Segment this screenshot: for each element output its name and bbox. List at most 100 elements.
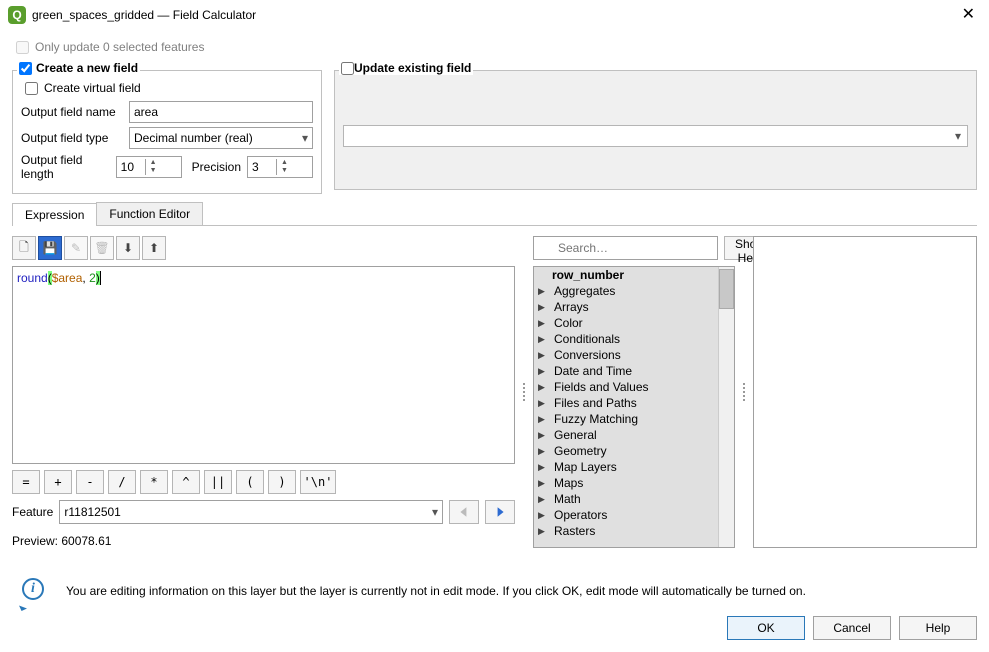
expand-icon[interactable]: ▶ [538,414,550,425]
expression-toolbar: 🗋 💾 ✎ 🗑 ⬇ ⬆ [12,236,515,260]
prev-feature-button[interactable] [449,500,479,524]
output-name-label: Output field name [21,105,129,119]
op-caret[interactable]: ^ [172,470,200,494]
op-minus[interactable]: - [76,470,104,494]
ok-button[interactable]: OK [727,616,805,640]
dialog-buttons: OK Cancel Help [0,610,989,652]
output-length-spin[interactable]: 10 ▲▼ [116,156,182,178]
tree-item[interactable]: ▶Files and Paths [534,395,734,411]
create-field-legend[interactable]: Create a new field [17,61,140,75]
expand-icon[interactable]: ▶ [538,478,550,489]
op-multiply[interactable]: * [140,470,168,494]
edit-icon: ✎ [64,236,88,260]
expand-icon[interactable]: ▶ [538,462,550,473]
expression-editor[interactable]: round($area, 2) [12,266,515,464]
tree-item[interactable]: ▶Conversions [534,347,734,363]
cancel-button[interactable]: Cancel [813,616,891,640]
output-name-input[interactable] [129,101,313,123]
function-tree[interactable]: row_number ▶Aggregates▶Arrays▶Color▶Cond… [533,266,735,548]
scrollbar[interactable] [718,267,734,547]
tree-item[interactable]: ▶Geometry [534,443,734,459]
tree-item[interactable]: ▶Maps [534,475,734,491]
op-plus[interactable]: + [44,470,72,494]
op-divide[interactable]: / [108,470,136,494]
spin-up-icon[interactable]: ▲ [277,159,292,167]
feature-label: Feature [12,505,53,519]
tree-item[interactable]: ▶Aggregates [534,283,734,299]
delete-icon: 🗑 [90,236,114,260]
tree-item[interactable]: ▶Arrays [534,299,734,315]
update-field-legend[interactable]: Update existing field [339,61,473,75]
expand-icon[interactable]: ▶ [538,350,550,361]
op-newline[interactable]: '\n' [300,470,336,494]
expand-icon[interactable]: ▶ [538,398,550,409]
next-feature-button[interactable] [485,500,515,524]
preview-row: Preview: 60078.61 [12,534,515,548]
op-rparen[interactable]: ) [268,470,296,494]
tree-item[interactable]: ▶Fuzzy Matching [534,411,734,427]
chevron-down-icon: ▾ [949,126,967,146]
spin-down-icon[interactable]: ▼ [146,167,161,175]
op-concat[interactable]: || [204,470,232,494]
op-equals[interactable]: = [12,470,40,494]
update-field-group: Update existing field ▾ [334,70,977,190]
expand-icon[interactable]: ▶ [538,494,550,505]
new-file-icon[interactable]: 🗋 [12,236,36,260]
output-type-select[interactable]: Decimal number (real) ▾ [129,127,313,149]
only-update-label: Only update 0 selected features [35,40,204,54]
preview-value: 60078.61 [61,534,111,548]
create-virtual-checkbox[interactable] [25,82,38,95]
info-icon: i [22,578,50,606]
chevron-down-icon: ▾ [432,505,438,519]
chevron-down-icon: ▾ [302,131,308,145]
splitter[interactable] [741,236,747,548]
op-lparen[interactable]: ( [236,470,264,494]
spin-up-icon[interactable]: ▲ [146,159,161,167]
help-button[interactable]: Help [899,616,977,640]
expand-icon[interactable]: ▶ [538,286,550,297]
precision-label: Precision [192,160,241,174]
expand-icon[interactable]: ▶ [538,334,550,345]
expand-icon[interactable]: ▶ [538,366,550,377]
tab-expression[interactable]: Expression [12,203,97,226]
save-icon[interactable]: 💾 [38,236,62,260]
qgis-icon: Q [8,6,26,24]
tab-function-editor[interactable]: Function Editor [96,202,203,225]
expand-icon[interactable]: ▶ [538,318,550,329]
tree-item[interactable]: ▶Rasters [534,523,734,539]
search-input[interactable] [533,236,718,260]
tree-item[interactable]: row_number [534,267,734,283]
create-field-checkbox[interactable] [19,62,32,75]
spin-down-icon[interactable]: ▼ [277,167,292,175]
tree-item[interactable]: ▶Conditionals [534,331,734,347]
operator-row: = + - / * ^ || ( ) '\n' [12,470,515,494]
expand-icon[interactable]: ▶ [538,430,550,441]
expand-icon[interactable]: ▶ [538,446,550,457]
output-length-label: Output field length [21,153,116,181]
update-field-checkbox[interactable] [341,62,354,75]
splitter[interactable] [521,236,527,548]
update-field-select: ▾ [343,125,968,147]
tree-item[interactable]: ▶Color [534,315,734,331]
expand-icon[interactable]: ▶ [538,510,550,521]
feature-select[interactable]: r11812501 ▾ [59,500,443,524]
help-panel [753,236,977,548]
import-icon[interactable]: ⬇ [116,236,140,260]
close-icon[interactable]: ✕ [956,5,981,25]
tree-item[interactable]: ▶Date and Time [534,363,734,379]
create-field-group: Create a new field Create virtual field … [12,70,322,194]
expand-icon[interactable]: ▶ [538,526,550,537]
info-text: You are editing information on this laye… [66,578,806,598]
tree-item[interactable]: ▶Map Layers [534,459,734,475]
tree-item[interactable]: ▶Fields and Values [534,379,734,395]
expand-icon[interactable]: ▶ [538,382,550,393]
tree-item[interactable]: ▶General [534,427,734,443]
tabs: Expression Function Editor [12,202,977,226]
export-icon[interactable]: ⬆ [142,236,166,260]
precision-spin[interactable]: 3 ▲▼ [247,156,313,178]
tree-item[interactable]: ▶Math [534,491,734,507]
output-type-label: Output field type [21,131,129,145]
tree-item[interactable]: ▶Operators [534,507,734,523]
expand-icon[interactable]: ▶ [538,302,550,313]
scrollbar-thumb[interactable] [719,269,734,309]
